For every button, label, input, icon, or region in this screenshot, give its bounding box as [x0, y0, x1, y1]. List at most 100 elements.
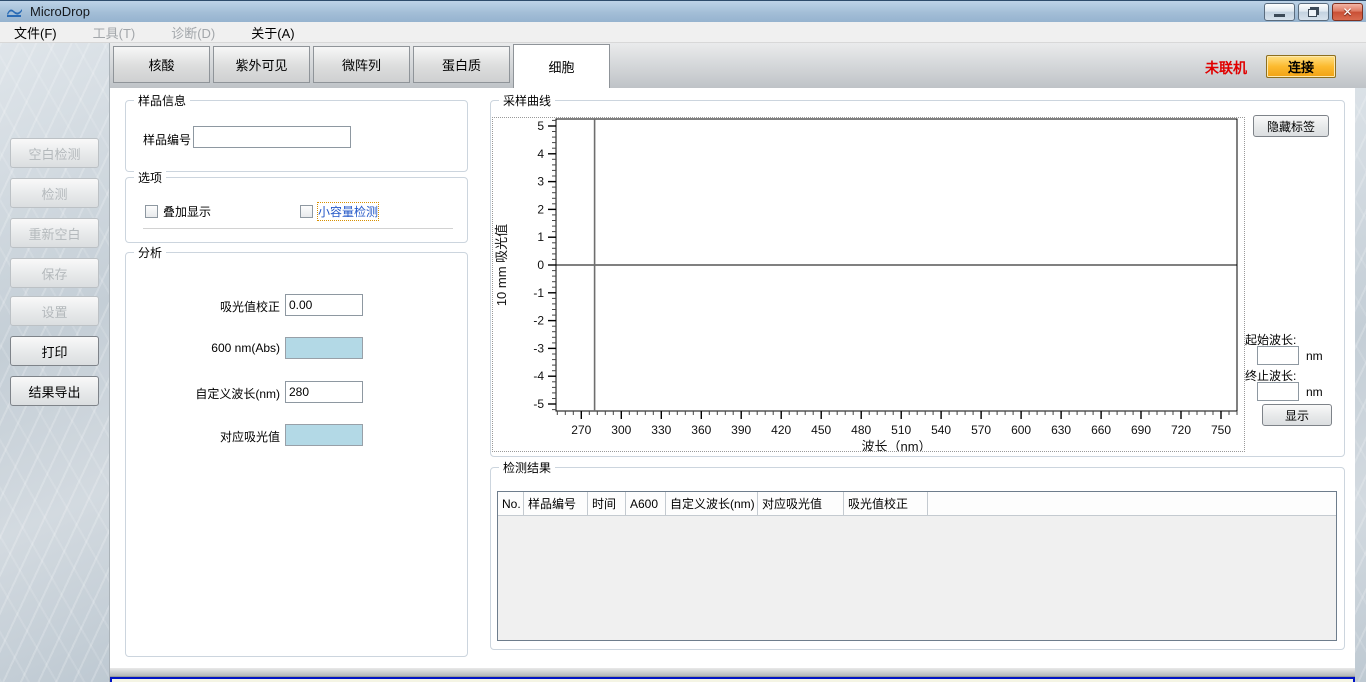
svg-text:波长（nm）: 波长（nm）: [861, 439, 931, 451]
svg-text:750: 750: [1211, 423, 1231, 437]
minimize-icon: [1274, 14, 1285, 17]
results-table-header: No.样品编号时间A600自定义波长(nm)对应吸光值吸光值校正: [498, 492, 1336, 516]
svg-text:420: 420: [771, 423, 791, 437]
connection-status: 未联机: [1205, 58, 1247, 78]
svg-text:390: 390: [731, 423, 751, 437]
hide-label-button[interactable]: 隐藏标签: [1253, 115, 1329, 137]
sample-id-input[interactable]: [193, 126, 351, 148]
show-button[interactable]: 显示: [1262, 404, 1332, 426]
analysis-row-0-label: 吸光值校正: [130, 298, 280, 315]
titlebar[interactable]: MicroDrop ✕: [0, 0, 1366, 22]
svg-text:630: 630: [1051, 423, 1071, 437]
sampling-curve-chart: 2703003303603904204504805105405706006306…: [492, 117, 1245, 452]
svg-text:510: 510: [891, 423, 911, 437]
end-wavelength-input[interactable]: [1257, 382, 1299, 401]
results-column-0[interactable]: No.: [498, 492, 524, 515]
svg-text:480: 480: [851, 423, 871, 437]
svg-text:5: 5: [537, 119, 544, 133]
results-column-1[interactable]: 样品编号: [524, 492, 588, 515]
menu-item-2: 诊断(D): [167, 22, 219, 43]
results-table-body[interactable]: [498, 516, 1336, 640]
status-bar: [110, 677, 1355, 682]
checkbox-label: 叠加显示: [163, 203, 211, 220]
tab-0[interactable]: 核酸: [113, 46, 210, 83]
window-controls: ✕: [1264, 3, 1363, 21]
app-window: MicroDrop ✕ 文件(F) 工具(T) 诊断(D) 关于(A) 空白检测检测重…: [0, 0, 1366, 682]
svg-text:-3: -3: [533, 341, 544, 355]
start-wavelength-unit: nm: [1306, 349, 1323, 363]
menu-item-1: 工具(T): [89, 22, 140, 43]
analysis-row-1-value: [285, 337, 363, 359]
svg-text:540: 540: [931, 423, 951, 437]
results-column-2[interactable]: 时间: [588, 492, 626, 515]
svg-text:570: 570: [971, 423, 991, 437]
svg-text:2: 2: [537, 202, 544, 216]
svg-text:10 mm 吸光值: 10 mm 吸光值: [494, 224, 509, 306]
checkbox-1[interactable]: 小容量检测: [300, 203, 378, 220]
results-column-6[interactable]: 吸光值校正: [844, 492, 928, 515]
close-icon: ✕: [1342, 6, 1352, 18]
sidebar-button-4: 设置: [10, 296, 99, 326]
svg-text:690: 690: [1131, 423, 1151, 437]
results-column-5[interactable]: 对应吸光值: [758, 492, 844, 515]
svg-text:4: 4: [537, 147, 544, 161]
background-strip-right: [1355, 43, 1366, 682]
end-wavelength-unit: nm: [1306, 385, 1323, 399]
analysis-row-1-label: 600 nm(Abs): [130, 341, 280, 355]
checkbox-icon: [145, 205, 158, 218]
group-results-title: 检测结果: [499, 459, 555, 476]
svg-text:330: 330: [651, 423, 671, 437]
menubar: 文件(F) 工具(T) 诊断(D) 关于(A): [0, 22, 1366, 43]
close-button[interactable]: ✕: [1332, 3, 1363, 21]
results-column-4[interactable]: 自定义波长(nm): [666, 492, 758, 515]
svg-text:-2: -2: [533, 314, 544, 328]
svg-text:-4: -4: [533, 369, 544, 383]
app-icon: [6, 5, 23, 19]
checkbox-icon: [300, 205, 313, 218]
sidebar-button-5[interactable]: 打印: [10, 336, 99, 366]
analysis-row-2-label: 自定义波长(nm): [130, 385, 280, 402]
results-table[interactable]: No.样品编号时间A600自定义波长(nm)对应吸光值吸光值校正: [497, 491, 1337, 641]
svg-text:450: 450: [811, 423, 831, 437]
minimize-button[interactable]: [1264, 3, 1295, 21]
sidebar-button-0: 空白检测: [10, 138, 99, 168]
analysis-row-0-input[interactable]: [285, 294, 363, 316]
group-sampling-curve-title: 采样曲线: [499, 92, 555, 109]
svg-text:0: 0: [537, 258, 544, 272]
group-analysis-title: 分析: [134, 244, 166, 261]
bottom-strip: [110, 668, 1355, 677]
sidebar-button-6[interactable]: 结果导出: [10, 376, 99, 406]
tab-2[interactable]: 微阵列: [313, 46, 410, 83]
svg-text:-5: -5: [533, 397, 544, 411]
sidebar-button-3: 保存: [10, 258, 99, 288]
svg-text:3: 3: [537, 175, 544, 189]
checkbox-label: 小容量检测: [318, 203, 378, 220]
analysis-row-3-label: 对应吸光值: [130, 428, 280, 445]
svg-text:660: 660: [1091, 423, 1111, 437]
svg-text:600: 600: [1011, 423, 1031, 437]
svg-text:720: 720: [1171, 423, 1191, 437]
connect-button[interactable]: 连接: [1266, 55, 1336, 78]
results-column-filler: [928, 492, 1336, 515]
menu-item-3[interactable]: 关于(A): [247, 22, 298, 43]
restore-icon: [1308, 9, 1317, 17]
svg-text:-1: -1: [533, 286, 544, 300]
tab-1[interactable]: 紫外可见: [213, 46, 310, 83]
svg-text:270: 270: [571, 423, 591, 437]
results-column-3[interactable]: A600: [626, 492, 666, 515]
sidebar-button-2: 重新空白: [10, 218, 99, 248]
sample-id-label: 样品编号: [143, 131, 191, 148]
svg-text:360: 360: [691, 423, 711, 437]
analysis-row-2-input[interactable]: [285, 381, 363, 403]
start-wavelength-input[interactable]: [1257, 346, 1299, 365]
restore-button[interactable]: [1298, 3, 1329, 21]
tab-4[interactable]: 细胞: [513, 44, 610, 88]
menu-item-0[interactable]: 文件(F): [10, 22, 61, 43]
tab-3[interactable]: 蛋白质: [413, 46, 510, 83]
svg-text:300: 300: [611, 423, 631, 437]
checkbox-0[interactable]: 叠加显示: [145, 203, 211, 220]
analysis-row-3-value: [285, 424, 363, 446]
sidebar-button-1: 检测: [10, 178, 99, 208]
svg-text:1: 1: [537, 230, 544, 244]
sidebar: 空白检测检测重新空白保存设置打印结果导出: [0, 43, 110, 682]
